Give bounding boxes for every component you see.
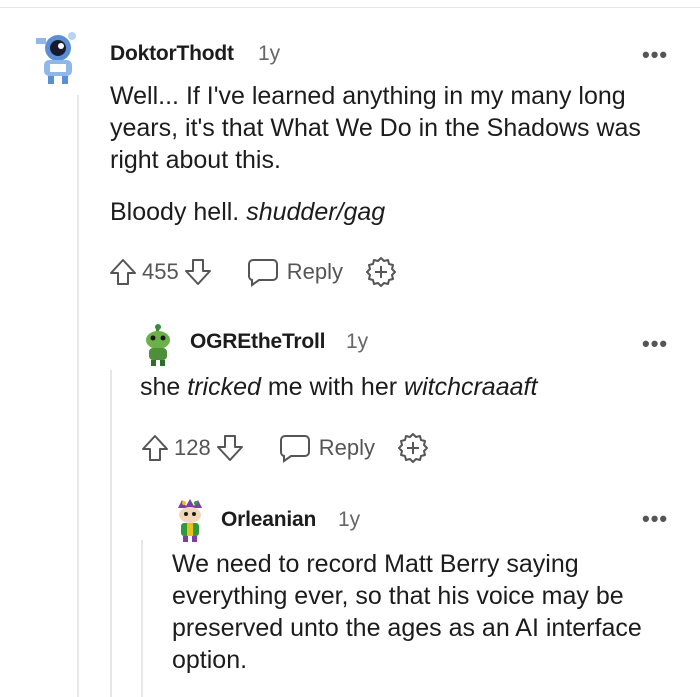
- comment-text-italic: witchcraaaft: [404, 373, 538, 401]
- user-avatar-icon[interactable]: [172, 498, 208, 542]
- vote-score: 455: [142, 259, 179, 284]
- user-avatar-icon[interactable]: [140, 322, 176, 366]
- thread-line[interactable]: [110, 370, 112, 697]
- top-divider: [0, 7, 700, 8]
- more-options-button[interactable]: •••: [642, 508, 668, 530]
- upvote-icon[interactable]: [108, 257, 138, 287]
- reply-label: Reply: [318, 435, 375, 460]
- comment-actions: 128 Reply: [140, 432, 429, 464]
- downvote-icon[interactable]: [183, 257, 213, 287]
- more-options-button[interactable]: •••: [642, 333, 668, 355]
- comment-text-italic: shudder/gag: [246, 198, 386, 226]
- comment-text: Well... If I've learned anything in my m…: [110, 80, 680, 176]
- award-icon[interactable]: [397, 432, 429, 464]
- comment-age: 1y: [258, 42, 281, 65]
- downvote-icon[interactable]: [215, 433, 245, 463]
- reply-label: Reply: [286, 259, 343, 284]
- comment-actions: 455 Reply: [108, 256, 397, 288]
- award-icon[interactable]: [365, 256, 397, 288]
- vote-score: 128: [174, 435, 211, 460]
- reply-button[interactable]: Reply: [279, 433, 375, 463]
- comment-age: 1y: [338, 508, 361, 531]
- username[interactable]: DoktorThodt: [110, 42, 234, 66]
- comment-text: she tricked me with her witchcraaaft: [140, 371, 680, 403]
- comment-text: We need to record Matt Berry saying ever…: [172, 548, 672, 676]
- more-options-button[interactable]: •••: [642, 44, 668, 66]
- user-avatar-icon[interactable]: [32, 28, 84, 86]
- thread-line[interactable]: [141, 540, 143, 697]
- comment-paragraph: Well... If I've learned anything in my m…: [110, 82, 641, 174]
- comment-text-plain: Bloody hell.: [110, 198, 247, 226]
- reply-icon: [279, 435, 310, 463]
- thread-line[interactable]: [77, 95, 79, 697]
- username[interactable]: Orleanian: [221, 508, 316, 532]
- comment-paragraph: We need to record Matt Berry saying ever…: [172, 550, 642, 674]
- comment-text: Bloody hell. shudder/gag: [110, 196, 680, 228]
- reply-button[interactable]: Reply: [247, 257, 343, 287]
- reply-icon: [247, 259, 278, 287]
- comment-age: 1y: [346, 330, 369, 353]
- comment-text-italic: tricked: [187, 373, 261, 401]
- username[interactable]: OGREtheTroll: [190, 330, 325, 354]
- comment-text-plain: me with her: [260, 373, 405, 401]
- upvote-icon[interactable]: [140, 433, 170, 463]
- comment-text-plain: she: [140, 373, 188, 401]
